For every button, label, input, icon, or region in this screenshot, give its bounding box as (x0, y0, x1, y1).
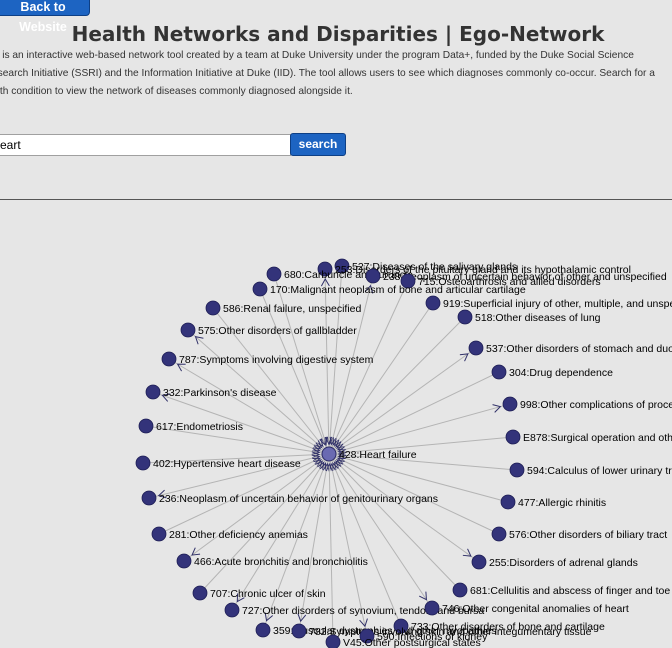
network-node[interactable]: 255:Disorders of adrenal glands (471, 554, 638, 570)
node-label: 255:Disorders of adrenal glands (489, 557, 638, 569)
node-circle[interactable] (365, 268, 381, 284)
node-label: 304:Drug dependence (509, 367, 613, 379)
network-node[interactable]: 236:Neoplasm of uncertain behavior of ge… (141, 490, 438, 506)
network-edge (328, 316, 466, 455)
network-edge (199, 453, 330, 594)
node-circle[interactable] (491, 526, 507, 542)
network-node[interactable]: 594:Calculus of lower urinary tract (509, 462, 672, 478)
node-label: 787:Symptoms involving digestive system (179, 354, 374, 366)
node-label: 332:Parkinson's disease (163, 387, 277, 399)
node-label: 617:Endometriosis (156, 421, 243, 433)
node-label: 466:Acute bronchitis and bronchiolitis (194, 556, 368, 568)
node-label: 919:Superficial injury of other, multipl… (443, 298, 672, 310)
center-node-circle[interactable] (321, 446, 337, 462)
node-circle[interactable] (145, 384, 161, 400)
node-label: 281:Other deficiency anemias (169, 529, 308, 541)
network-node[interactable]: 586:Renal failure, unspecified (205, 300, 362, 316)
node-label: 998:Other complications of procedures (520, 399, 672, 411)
network-node[interactable]: 402:Hypertensive heart disease (135, 455, 301, 471)
node-label: 707:Chronic ulcer of skin (210, 588, 326, 600)
node-circle[interactable] (505, 429, 521, 445)
network-node[interactable]: 681:Cellulitis and abscess of finger and… (452, 582, 670, 598)
node-circle[interactable] (255, 622, 271, 638)
node-label: 170:Malignant neoplasm of bone and artic… (270, 284, 526, 296)
node-circle[interactable] (135, 455, 151, 471)
node-label: 594:Calculus of lower urinary tract (527, 465, 672, 477)
network-edge (328, 371, 500, 455)
network-node[interactable]: 919:Superficial injury of other, multipl… (425, 295, 672, 311)
node-circle[interactable] (502, 396, 518, 412)
node-label: 575:Other disorders of gallbladder (198, 325, 357, 337)
node-circle[interactable] (161, 351, 177, 367)
network-node[interactable]: 477:Allergic rhinitis (500, 494, 606, 510)
network-edge (328, 453, 461, 591)
network-node[interactable]: 707:Chronic ulcer of skin (192, 585, 326, 601)
network-node[interactable]: 746:Other congenital anomalies of heart (424, 600, 629, 616)
node-label: 681:Cellulitis and abscess of finger and… (470, 585, 670, 597)
network-node[interactable]: 576:Other disorders of biliary tract (491, 526, 667, 542)
node-circle[interactable] (424, 600, 440, 616)
node-circle[interactable] (325, 634, 341, 648)
node-label: 518:Other diseases of lung (475, 312, 601, 324)
network-node[interactable]: 304:Drug dependence (491, 364, 613, 380)
network-node[interactable]: 170:Malignant neoplasm of bone and artic… (252, 281, 526, 297)
network-node[interactable]: 617:Endometriosis (138, 418, 243, 434)
node-label: 477:Allergic rhinitis (518, 497, 606, 509)
network-node[interactable]: 518:Other diseases of lung (457, 309, 601, 325)
node-circle[interactable] (471, 554, 487, 570)
network-edge (328, 403, 511, 455)
network-edge (183, 453, 330, 562)
node-circle[interactable] (252, 281, 268, 297)
node-circle[interactable] (291, 623, 307, 639)
node-label: 402:Hypertensive heart disease (153, 458, 301, 470)
node-circle[interactable] (266, 266, 282, 282)
network-node[interactable]: V45:Other postsurgical states (325, 634, 481, 648)
node-circle[interactable] (425, 295, 441, 311)
node-circle[interactable] (151, 526, 167, 542)
network-node[interactable]: 332:Parkinson's disease (145, 384, 277, 400)
network-node[interactable]: 575:Other disorders of gallbladder (180, 322, 357, 338)
node-circle[interactable] (141, 490, 157, 506)
node-circle[interactable] (468, 340, 484, 356)
node-circle[interactable] (491, 364, 507, 380)
node-circle[interactable] (138, 418, 154, 434)
node-label: V45:Other postsurgical states (343, 637, 481, 648)
network-node[interactable]: 787:Symptoms involving digestive system (161, 351, 374, 367)
node-label: E878:Surgical operation and other (523, 432, 672, 444)
node-circle[interactable] (457, 309, 473, 325)
center-node-label: 428:Heart failure (339, 449, 417, 461)
network-node[interactable]: 537:Other disorders of stomach and duode… (468, 340, 672, 356)
node-circle[interactable] (205, 300, 221, 316)
network-node[interactable]: E878:Surgical operation and other (505, 429, 672, 445)
network-node[interactable]: 281:Other deficiency anemias (151, 526, 308, 542)
node-circle[interactable] (500, 494, 516, 510)
node-label: 236:Neoplasm of uncertain behavior of ge… (159, 493, 438, 505)
node-circle[interactable] (509, 462, 525, 478)
node-circle[interactable] (224, 602, 240, 618)
node-circle[interactable] (176, 553, 192, 569)
ego-network-graph[interactable]: 527:Diseases of the salivary glands253:D… (0, 0, 672, 648)
node-label: 576:Other disorders of biliary tract (509, 529, 667, 541)
node-circle[interactable] (452, 582, 468, 598)
node-label: 746:Other congenital anomalies of heart (442, 603, 629, 615)
node-label: 537:Other disorders of stomach and duode… (486, 343, 672, 355)
network-nodes: 527:Diseases of the salivary glands253:D… (135, 258, 672, 648)
network-node[interactable]: 466:Acute bronchitis and bronchiolitis (176, 553, 368, 569)
node-circle[interactable] (192, 585, 208, 601)
node-circle[interactable] (180, 322, 196, 338)
network-node[interactable]: 998:Other complications of procedures (502, 396, 672, 412)
node-label: 586:Renal failure, unspecified (223, 303, 362, 315)
